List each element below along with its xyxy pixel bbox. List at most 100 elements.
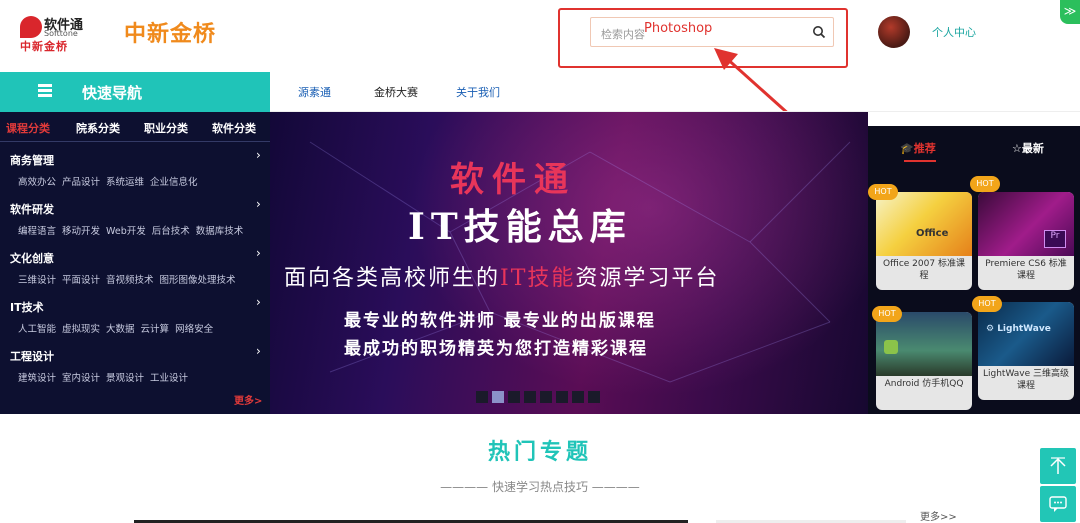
tab-department-category[interactable]: 院系分类 <box>76 120 120 136</box>
chevron-right-icon[interactable]: › <box>256 148 261 162</box>
chevron-right-icon[interactable]: › <box>256 197 261 211</box>
chevron-right-icon[interactable]: › <box>256 344 261 358</box>
quick-nav[interactable]: 快速导航 <box>0 72 270 112</box>
nav-item-contest[interactable]: 金桥大赛 <box>374 84 418 100</box>
slide-dot[interactable] <box>492 391 504 403</box>
category-group-title[interactable]: 工程设计 <box>10 348 54 364</box>
more-link[interactable]: 更多>> <box>920 508 957 523</box>
section-title: 热门专题 <box>487 440 592 465</box>
category-sub-item[interactable]: 云计算 <box>141 324 170 335</box>
slide-dot[interactable] <box>572 391 584 403</box>
office-logo-icon: Office <box>916 228 949 239</box>
hot-badge: HOT <box>872 306 902 322</box>
category-group-title[interactable]: 软件研发 <box>10 201 54 217</box>
category-panel: 课程分类 院系分类 职业分类 软件分类 商务管理 › 高效办公 产品设计 系统运维企… <box>0 112 270 414</box>
star-icon: ☆ <box>1012 142 1022 155</box>
android-icon <box>884 340 898 354</box>
slide-dot[interactable] <box>524 391 536 403</box>
slide-dot[interactable] <box>540 391 552 403</box>
slide-dot[interactable] <box>588 391 600 403</box>
course-name: Android 仿手机QQ <box>884 379 964 389</box>
course-name: Office 2007 标准课程 <box>883 259 965 281</box>
category-sub-item[interactable]: 大数据 <box>106 324 135 335</box>
chevron-right-icon[interactable]: › <box>256 246 261 260</box>
hero-banner[interactable]: 软件通 IT技能总库 面向各类高校师生的IT技能资源学习平台 最专业的软件讲师 … <box>270 112 868 414</box>
logo-en-text: Softtone <box>44 29 78 38</box>
user-center-link[interactable]: 个人中心 <box>932 24 976 40</box>
category-sub-item[interactable]: 企业信息化 <box>150 177 198 188</box>
avatar[interactable] <box>878 16 910 48</box>
category-sub-item[interactable]: 室内设计 <box>62 373 100 384</box>
category-more-link[interactable]: 更多> <box>234 392 262 407</box>
category-sub-item[interactable]: 平面设计 <box>62 275 100 286</box>
chat-button[interactable] <box>1040 486 1076 522</box>
category-sub-item[interactable]: 景观设计 <box>106 373 144 384</box>
banner-line: 最专业的软件讲师 最专业的出版课程 <box>344 311 656 331</box>
chat-icon <box>1049 496 1067 512</box>
banner-line: 最成功的职场精英为您打造精彩课程 <box>344 339 648 359</box>
quick-nav-label: 快速导航 <box>82 84 143 102</box>
logo-bottom-text: 中新金桥 <box>20 40 68 53</box>
nav-item-about[interactable]: 关于我们 <box>456 84 500 100</box>
category-sub-item[interactable]: 系统运维 <box>106 177 144 188</box>
category-sub-item[interactable]: 人工智能 <box>18 324 56 335</box>
slide-indicators <box>476 388 604 407</box>
banner-title: 软件通 <box>450 160 576 200</box>
category-sub-list: 建筑设计 室内设计 景观设计 工业设计 <box>18 370 194 384</box>
nav-item-sucaitong[interactable]: 源素通 <box>298 84 331 100</box>
category-sub-list: 高效办公 产品设计 系统运维 企业信息化 <box>18 174 204 188</box>
category-sub-item[interactable]: 产品设计 <box>62 177 100 188</box>
graduation-cap-icon: 🎓 <box>900 142 914 155</box>
site-logo[interactable]: 软件通 Softtone 中新金桥 <box>20 14 88 53</box>
search-icon[interactable] <box>812 25 826 39</box>
category-sub-item[interactable]: 建筑设计 <box>18 373 56 384</box>
category-group-title[interactable]: 商务管理 <box>10 152 54 168</box>
menu-icon <box>38 84 52 98</box>
category-sub-item[interactable]: 移动开发 <box>62 226 100 237</box>
course-card[interactable]: Pr Premiere CS6 标准课程 <box>978 192 1074 290</box>
back-to-top-button[interactable] <box>1040 448 1076 484</box>
banner-heading: IT技能总库 <box>408 206 632 248</box>
category-sub-list: 三维设计 平面设计 音视频技术 图形图像处理技术 <box>18 272 242 286</box>
category-sub-item[interactable]: 音视频技术 <box>106 275 154 286</box>
category-sub-item[interactable]: 网络安全 <box>175 324 213 335</box>
section-subtitle: ———— 快速学习热点技巧 ———— <box>440 480 640 494</box>
category-sub-item[interactable]: 图形图像处理技术 <box>160 275 236 286</box>
tab-course-category[interactable]: 课程分类 <box>6 120 50 136</box>
course-card[interactable]: Android 仿手机QQ <box>876 312 972 410</box>
arrow-up-icon <box>1050 457 1066 474</box>
course-name: Premiere CS6 标准课程 <box>985 259 1067 281</box>
category-tabs: 课程分类 院系分类 职业分类 软件分类 <box>0 112 270 142</box>
tab-career-category[interactable]: 职业分类 <box>144 120 188 136</box>
logo-mark-icon <box>20 16 42 38</box>
category-sub-item[interactable]: 后台技术 <box>152 226 190 237</box>
slide-dot[interactable] <box>508 391 520 403</box>
chevron-right-icon[interactable]: › <box>256 295 261 309</box>
hot-badge: HOT <box>972 296 1002 312</box>
tab-recommend[interactable]: 🎓推荐 <box>900 140 936 156</box>
hot-badge: HOT <box>970 176 1000 192</box>
category-group-title[interactable]: IT技术 <box>10 299 44 315</box>
category-group-title[interactable]: 文化创意 <box>10 250 54 266</box>
hot-badge: HOT <box>868 184 898 200</box>
active-tab-underline <box>904 160 936 162</box>
category-sub-item[interactable]: 虚拟现实 <box>62 324 100 335</box>
premiere-logo-icon: Pr <box>1044 230 1066 248</box>
category-sub-item[interactable]: 三维设计 <box>18 275 56 286</box>
category-sub-item[interactable]: 高效办公 <box>18 177 56 188</box>
category-sub-item[interactable]: 工业设计 <box>150 373 188 384</box>
category-sub-item[interactable]: 编程语言 <box>18 226 56 237</box>
category-sub-list: 人工智能 虚拟现实 大数据 云计算 网络安全 <box>18 321 219 335</box>
chevron-down-icon[interactable]: ≫ <box>1060 0 1080 24</box>
course-card[interactable]: Office Office 2007 标准课程 <box>876 192 972 290</box>
tab-software-category[interactable]: 软件分类 <box>212 120 256 136</box>
tab-latest[interactable]: ☆最新 <box>1012 140 1044 156</box>
course-name: LightWave 三维高级课程 <box>982 369 1070 391</box>
brand-name[interactable]: 中新金桥 <box>124 16 216 48</box>
recommend-panel: 🎓推荐 ☆最新 Office Office 2007 标准课程 HOT Pr P… <box>868 126 1080 414</box>
slide-dot[interactable] <box>476 391 488 403</box>
category-sub-item[interactable]: Web开发 <box>106 226 146 237</box>
slide-dot[interactable] <box>556 391 568 403</box>
course-card[interactable]: ⚙ LightWave LightWave 三维高级课程 <box>978 302 1074 400</box>
category-sub-item[interactable]: 数据库技术 <box>196 226 244 237</box>
